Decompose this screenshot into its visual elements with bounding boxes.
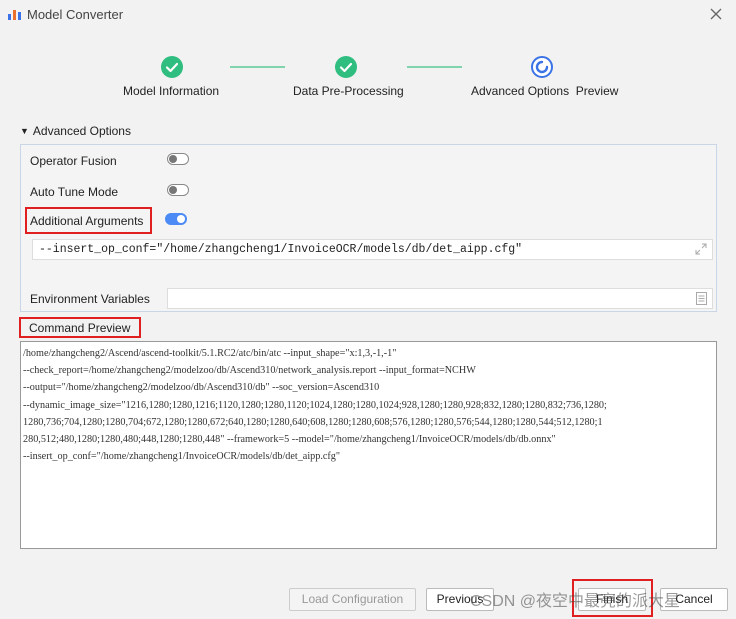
auto-tune-mode-toggle[interactable] [167,184,189,196]
app-logo-icon [8,10,21,20]
toggle-knob [169,155,177,163]
command-line: 1280,736;704,1280;1280,704;672,1280;1280… [23,416,603,428]
step-label-data-pre-processing: Data Pre-Processing [293,84,404,98]
command-line: --insert_op_conf="/home/zhangcheng1/Invo… [23,451,341,463]
triangle-down-icon: ▼ [20,126,29,136]
additional-arguments-toggle[interactable] [165,213,187,225]
operator-fusion-label: Operator Fusion [30,154,117,168]
step-3-progress-icon [531,56,553,78]
toggle-knob [169,186,177,194]
advanced-options-toggle[interactable]: ▼ Advanced Options [20,124,131,138]
close-icon[interactable] [708,6,724,22]
title-bar: Model Converter [0,0,736,30]
expand-icon[interactable] [695,243,707,255]
cancel-button[interactable]: Cancel [660,588,728,611]
step-1-check-icon [161,56,183,78]
previous-button[interactable]: Previous [426,588,494,611]
command-preview-box[interactable]: /home/zhangcheng2/Ascend/ascend-toolkit/… [20,341,717,549]
command-line: /home/zhangcheng2/Ascend/ascend-toolkit/… [23,348,397,359]
auto-tune-mode-label: Auto Tune Mode [30,185,119,199]
load-configuration-button[interactable]: Load Configuration [289,588,416,611]
document-icon[interactable] [696,292,707,305]
advanced-options-header: Advanced Options [32,124,131,138]
step-2-check-icon [335,56,357,78]
step-connector [407,66,462,68]
command-preview-label: Command Preview [29,321,131,335]
command-line: --check_report=/home/zhangcheng2/modelzo… [23,365,476,377]
environment-variables-input[interactable] [167,288,713,309]
command-line: --output="/home/zhangcheng2/modelzoo/db/… [23,382,380,394]
additional-arguments-label: Additional Arguments [30,214,144,228]
window-title: Model Converter [27,7,124,22]
finish-button-highlight [572,579,653,617]
command-line: --dynamic_image_size="1216,1280;1280,121… [23,399,607,411]
operator-fusion-toggle[interactable] [167,153,189,165]
additional-arguments-input[interactable]: --insert_op_conf="/home/zhangcheng1/Invo… [32,239,713,260]
environment-variables-label: Environment Variables [30,292,150,306]
step-label-model-information: Model Information [123,84,220,98]
step-label-advanced-options-preview: Advanced Options Preview [471,84,619,98]
toggle-knob [177,215,185,223]
command-line: 280,512;480,1280;1280,480;448,1280;1280,… [23,434,556,446]
step-connector [230,66,285,68]
